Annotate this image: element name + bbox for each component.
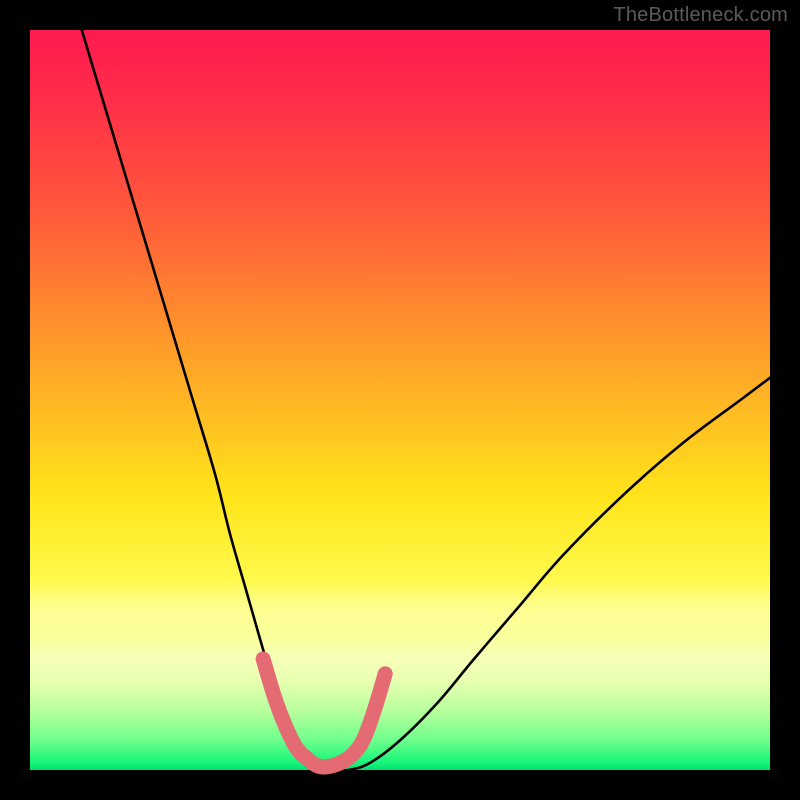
valley-marker bbox=[263, 659, 385, 767]
chart-stage: TheBottleneck.com bbox=[0, 0, 800, 800]
bottleneck-curve bbox=[82, 30, 770, 771]
attribution-label: TheBottleneck.com bbox=[613, 4, 788, 27]
plot-area bbox=[30, 30, 770, 770]
chart-svg bbox=[30, 30, 770, 770]
